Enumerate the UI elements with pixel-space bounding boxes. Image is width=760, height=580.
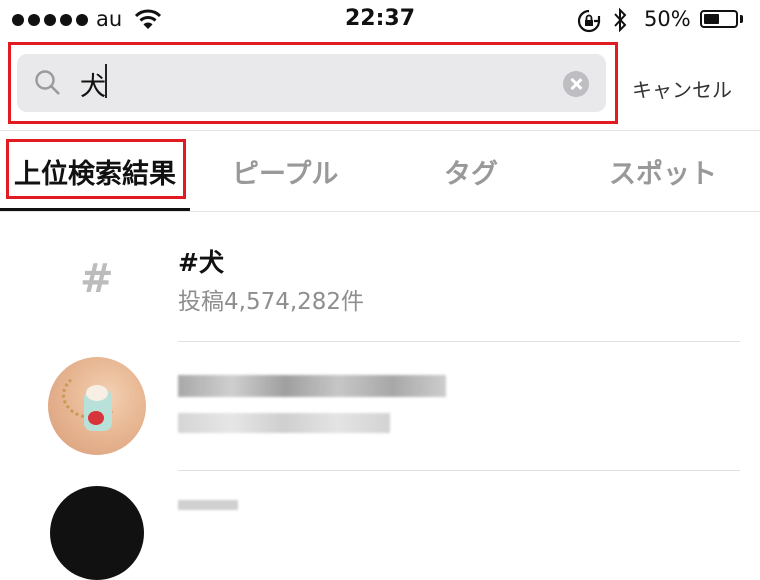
- divider: [178, 341, 740, 342]
- search-input[interactable]: 犬: [80, 66, 106, 103]
- bluetooth-icon: [614, 7, 627, 33]
- tab-top-results[interactable]: 上位検索結果: [14, 152, 176, 191]
- tab-tags[interactable]: タグ: [444, 152, 498, 191]
- clear-icon[interactable]: [563, 71, 589, 97]
- search-icon: [35, 70, 60, 95]
- blurred-username: [178, 500, 238, 510]
- rotation-lock-icon: [577, 9, 601, 33]
- battery-percent: 50%: [644, 7, 691, 31]
- result-subtitle: 投稿4,574,282件: [178, 289, 365, 315]
- blurred-username: [178, 375, 446, 397]
- avatar: [50, 486, 144, 580]
- tab-people[interactable]: ピープル: [232, 152, 338, 191]
- divider: [0, 211, 760, 212]
- text-cursor: [105, 64, 107, 98]
- divider: [178, 470, 740, 471]
- cancel-button[interactable]: キャンセル: [632, 74, 732, 103]
- battery-icon: [700, 10, 738, 28]
- divider: [0, 130, 760, 131]
- result-title: #犬: [178, 248, 224, 277]
- blurred-fullname: [178, 413, 390, 433]
- avatar: [48, 357, 146, 455]
- status-bar: au 22:37 50%: [0, 0, 760, 40]
- hashtag-icon: #: [80, 256, 114, 302]
- tab-places[interactable]: スポット: [609, 152, 717, 191]
